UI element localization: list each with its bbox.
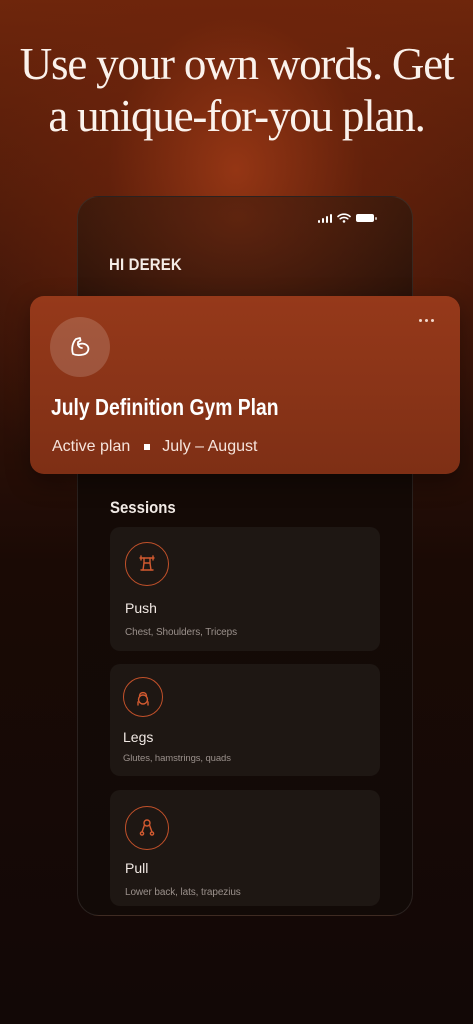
session-card-pull[interactable]: Pull Lower back, lats, trapezius	[110, 790, 380, 906]
barbell-press-icon	[125, 542, 169, 586]
status-bar	[317, 213, 377, 223]
session-name: Legs	[123, 729, 154, 745]
plan-date-range: July – August	[162, 438, 258, 455]
flexed-bicep-icon	[50, 317, 110, 377]
sessions-heading: Sessions	[110, 498, 176, 517]
plan-meta: Active plan July – August	[52, 438, 257, 456]
plan-status: Active plan	[52, 438, 131, 455]
greeting: HI DEREK	[109, 255, 182, 274]
session-name: Pull	[125, 860, 149, 876]
headline: Use your own words. Get a unique-for-you…	[0, 38, 473, 142]
headline-line-1: Use your own words. Get	[19, 39, 455, 89]
session-card-legs[interactable]: Legs Glutes, hamstrings, quads	[110, 664, 380, 776]
more-horizontal-icon[interactable]	[419, 319, 434, 322]
headline-line-2: a unique-for-you plan.	[48, 91, 426, 141]
session-muscles: Lower back, lats, trapezius	[125, 887, 241, 898]
session-card-push[interactable]: Push Chest, Shoulders, Triceps	[110, 527, 380, 651]
kettlebell-icon	[123, 677, 163, 717]
plan-title: July Definition Gym Plan	[51, 394, 279, 420]
session-muscles: Chest, Shoulders, Triceps	[125, 627, 237, 638]
session-muscles: Glutes, hamstrings, quads	[123, 753, 231, 764]
battery-icon	[356, 214, 377, 222]
cellular-signal-icon	[317, 213, 332, 223]
active-plan-card[interactable]: July Definition Gym Plan Active plan Jul…	[30, 296, 460, 474]
session-name: Push	[125, 600, 157, 616]
separator-dot	[144, 444, 151, 450]
wifi-icon	[337, 213, 351, 223]
pull-handle-icon	[125, 806, 169, 850]
